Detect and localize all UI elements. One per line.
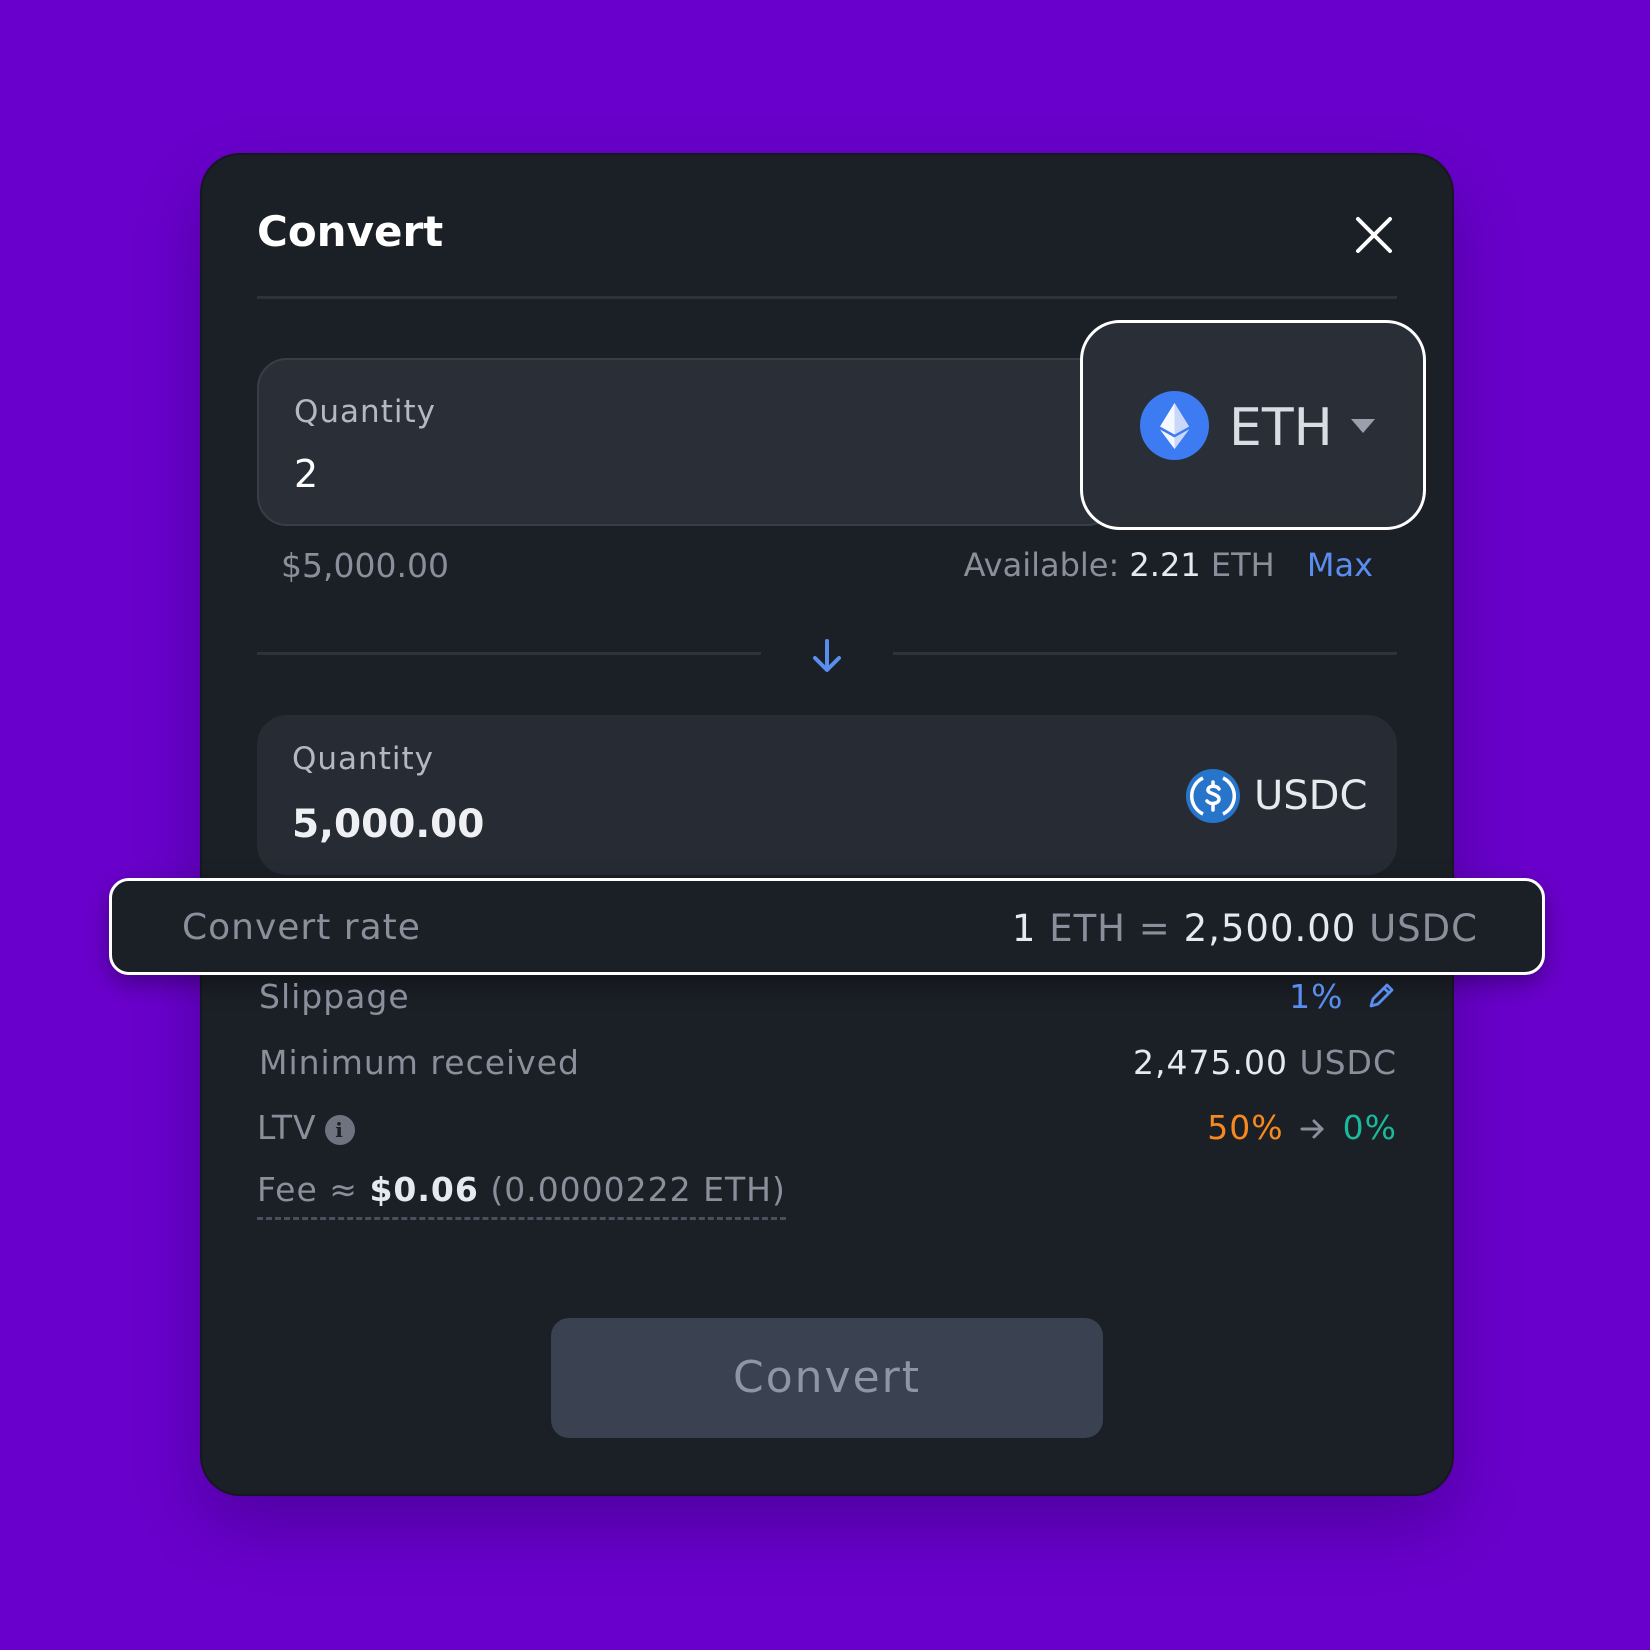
min-received-unit: USDC <box>1299 1043 1397 1082</box>
close-button[interactable] <box>1352 213 1396 257</box>
swap-divider-right <box>893 652 1397 655</box>
from-token-name: ETH <box>1229 398 1333 458</box>
from-quantity-field[interactable]: Quantity 2 <box>257 358 1117 526</box>
convert-rate-row: Convert rate 1 ETH = 2,500.00 USDC <box>109 878 1545 975</box>
fee-native: (0.0000222 ETH) <box>490 1170 786 1209</box>
slippage-label: Slippage <box>259 977 410 1016</box>
arrow-down-icon <box>813 639 841 672</box>
header-divider <box>257 296 1397 299</box>
close-icon <box>1356 217 1392 253</box>
info-icon[interactable]: i <box>324 1114 355 1145</box>
swap-divider-left <box>257 652 761 655</box>
slippage-value[interactable]: 1% <box>1289 977 1343 1016</box>
swap-direction-button[interactable] <box>810 638 844 674</box>
fee-label: Fee ≈ <box>257 1170 358 1209</box>
available-balance: Available: 2.21 ETH Max <box>964 546 1373 584</box>
rate-base-unit: ETH <box>1049 907 1127 950</box>
convert-rate-value: 1 ETH = 2,500.00 USDC <box>1012 907 1478 950</box>
convert-button[interactable]: Convert <box>551 1318 1103 1438</box>
available-unit: ETH <box>1210 546 1275 584</box>
rate-base-amount: 1 <box>1011 907 1037 950</box>
rate-quote-amount: 2,500.00 <box>1183 907 1357 950</box>
rate-equals: = <box>1138 907 1171 950</box>
eth-icon <box>1140 391 1209 460</box>
ltv-label-group: LTV i <box>257 1108 355 1147</box>
from-usd-value: $5,000.00 <box>281 546 449 585</box>
rate-quote-unit: USDC <box>1369 907 1478 950</box>
chevron-down-icon <box>1351 419 1375 433</box>
to-quantity-label: Quantity <box>292 741 434 777</box>
ltv-value: 50% 0% <box>1207 1108 1397 1147</box>
available-label: Available: <box>963 546 1120 584</box>
arrow-right-icon <box>1300 1119 1324 1139</box>
usdc-icon <box>1186 769 1240 823</box>
slippage-value-group[interactable]: 1% <box>1289 977 1397 1016</box>
ltv-label: LTV <box>257 1108 317 1147</box>
min-received-amount: 2,475.00 <box>1132 1043 1288 1082</box>
to-quantity-value[interactable]: 5,000.00 <box>292 802 484 847</box>
pencil-edit-icon[interactable] <box>1365 980 1397 1012</box>
ltv-to-value: 0% <box>1342 1108 1397 1147</box>
min-received-value: 2,475.00 USDC <box>1133 1043 1397 1082</box>
to-token-name: USDC <box>1254 773 1368 819</box>
max-button[interactable]: Max <box>1307 546 1373 584</box>
min-received-label: Minimum received <box>259 1043 580 1082</box>
dialog-title: Convert <box>257 207 444 256</box>
from-quantity-input[interactable]: 2 <box>294 452 318 496</box>
fee-usd: $0.06 <box>369 1170 479 1209</box>
convert-rate-label: Convert rate <box>182 907 421 948</box>
from-quantity-label: Quantity <box>294 394 436 430</box>
fee-row[interactable]: Fee ≈ $0.06 (0.0000222 ETH) <box>257 1170 786 1220</box>
ltv-from-value: 50% <box>1207 1108 1284 1147</box>
from-token-select[interactable]: ETH <box>1080 320 1426 530</box>
available-amount: 2.21 <box>1129 546 1201 584</box>
